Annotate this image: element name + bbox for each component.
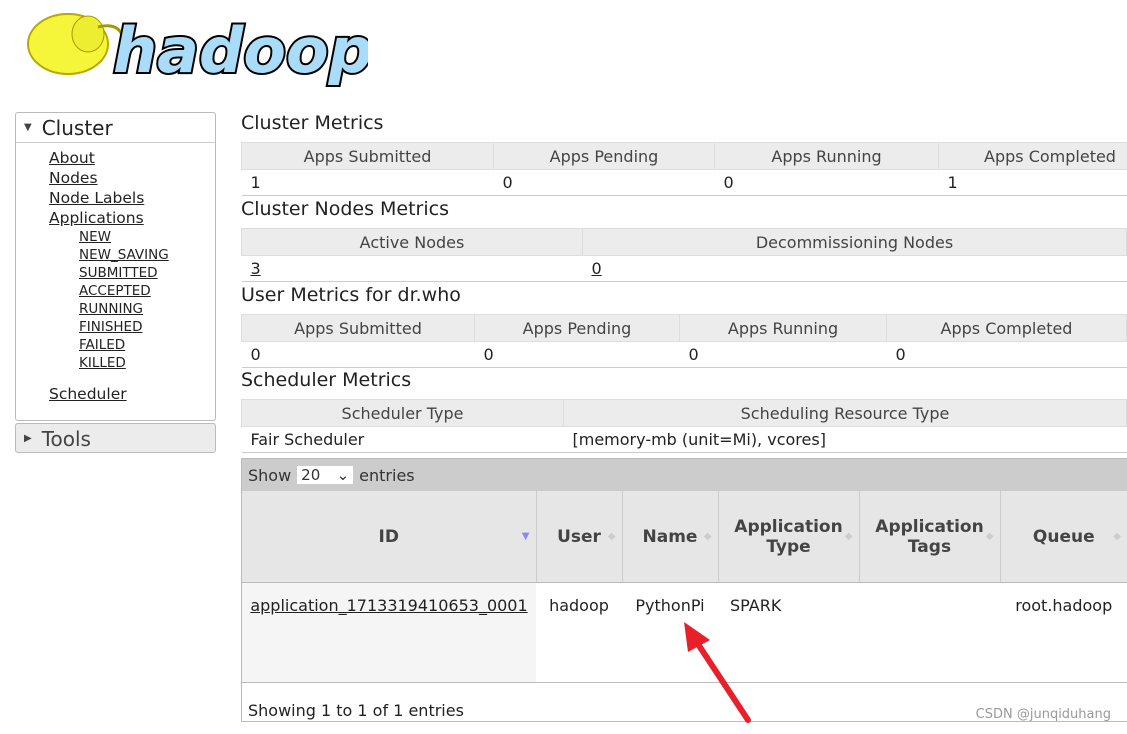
col-header: Apps Completed: [938, 142, 1127, 170]
caret-right-icon: ▶: [24, 433, 32, 444]
col-header: Apps Running: [679, 314, 887, 342]
cluster-metrics-title: Cluster Metrics: [241, 112, 384, 134]
col-header: Apps Pending: [493, 142, 715, 170]
nav-state-new[interactable]: NEW: [79, 229, 111, 245]
sort-icon: ◆: [607, 531, 616, 542]
scheduler-metrics-title: Scheduler Metrics: [241, 369, 412, 391]
col-header: Scheduler Type: [241, 399, 564, 427]
active-nodes-link[interactable]: 3: [251, 259, 261, 278]
nav-state-new-saving[interactable]: NEW_SAVING: [79, 247, 169, 263]
col-header: Active Nodes: [241, 228, 583, 256]
metric-value: 0: [241, 341, 475, 368]
col-user[interactable]: User ◆: [536, 491, 623, 583]
watermark: CSDN @junqiduhang: [975, 707, 1111, 722]
sort-icon: ◆: [844, 531, 853, 542]
metric-value: 1: [241, 169, 494, 196]
nav-state-finished[interactable]: FINISHED: [79, 319, 142, 335]
nodes-metrics-title: Cluster Nodes Metrics: [241, 198, 449, 220]
col-name[interactable]: Name ◆: [622, 491, 719, 583]
cluster-panel: ▼ Cluster About Nodes Node Labels Applica…: [15, 112, 216, 421]
col-header: Decommissioning Nodes: [582, 228, 1127, 256]
nav-state-running[interactable]: RUNNING: [79, 301, 143, 317]
cell-user: hadoop: [536, 582, 622, 683]
col-header: Apps Completed: [886, 314, 1127, 342]
nav-about[interactable]: About: [49, 149, 95, 167]
col-queue[interactable]: Queue ◆: [1000, 491, 1127, 583]
nav-state-failed[interactable]: FAILED: [79, 337, 125, 353]
metric-value: 0: [474, 341, 680, 368]
cell-tags: [859, 582, 1000, 683]
sort-icon: ◆: [703, 531, 712, 542]
decommissioning-nodes-link[interactable]: 0: [592, 259, 602, 278]
nodes-metrics-table: Active Nodes Decommissioning Nodes 3 0: [241, 228, 1127, 282]
col-header: Apps Submitted: [241, 142, 494, 170]
logo-text: hadoop: [113, 14, 368, 87]
page-size-select[interactable]: 20 ⌄: [297, 466, 354, 484]
sort-icon: ◆: [985, 531, 994, 542]
tools-panel[interactable]: ▶ Tools: [15, 423, 216, 453]
col-header: Apps Submitted: [241, 314, 475, 342]
metric-value: Fair Scheduler: [241, 426, 564, 453]
caret-down-icon: ▼: [24, 122, 32, 133]
nav-state-accepted[interactable]: ACCEPTED: [79, 283, 151, 299]
cluster-toggle[interactable]: ▼ Cluster: [16, 113, 215, 143]
nav-nodes[interactable]: Nodes: [49, 169, 98, 187]
page-size-value: 20: [301, 466, 321, 484]
show-label: Show: [248, 465, 292, 485]
col-tags[interactable]: Application Tags ◆: [859, 491, 1001, 583]
metric-value: 0: [493, 169, 715, 196]
cluster-metrics-table: Apps Submitted Apps Pending Apps Running Ap…: [241, 142, 1127, 196]
user-metrics-table: Apps Submitted Apps Pending Apps Running Ap…: [241, 314, 1127, 368]
scheduler-metrics-table: Scheduler Type Scheduling Resource Type F…: [241, 399, 1127, 453]
col-type[interactable]: Application Type ◆: [718, 491, 860, 583]
sort-icon: ◆: [1113, 531, 1121, 542]
metric-value: [memory-mb (unit=Mi), vcores]: [563, 426, 1127, 453]
nav-applications[interactable]: Applications: [49, 209, 144, 227]
nav-scheduler[interactable]: Scheduler: [49, 385, 127, 403]
col-header: Scheduling Resource Type: [563, 399, 1127, 427]
metric-value: 0: [679, 341, 887, 368]
red-arrow-annotation: [684, 622, 751, 723]
cluster-title: Cluster: [41, 115, 113, 140]
col-id[interactable]: ID ▼: [242, 491, 537, 583]
hadoop-logo: hadoop: [18, 2, 375, 91]
nav-state-killed[interactable]: KILLED: [79, 355, 126, 371]
nav-node-labels[interactable]: Node Labels: [49, 189, 144, 207]
user-metrics-title: User Metrics for dr.who: [241, 284, 461, 306]
sort-desc-icon: ▼: [521, 531, 530, 542]
entries-label: entries: [359, 465, 415, 485]
nav-state-submitted[interactable]: SUBMITTED: [79, 265, 158, 281]
metric-value: 0: [714, 169, 939, 196]
app-id-link[interactable]: application_1713319410653_0001: [250, 596, 527, 615]
tools-title: Tools: [41, 426, 91, 451]
cell-queue: root.hadoop: [1000, 582, 1127, 683]
col-header: Apps Pending: [474, 314, 680, 342]
metric-value: 0: [886, 341, 1127, 368]
metric-value: 1: [938, 169, 1127, 196]
chevron-down-icon: ⌄: [336, 466, 350, 484]
col-header: Apps Running: [714, 142, 939, 170]
